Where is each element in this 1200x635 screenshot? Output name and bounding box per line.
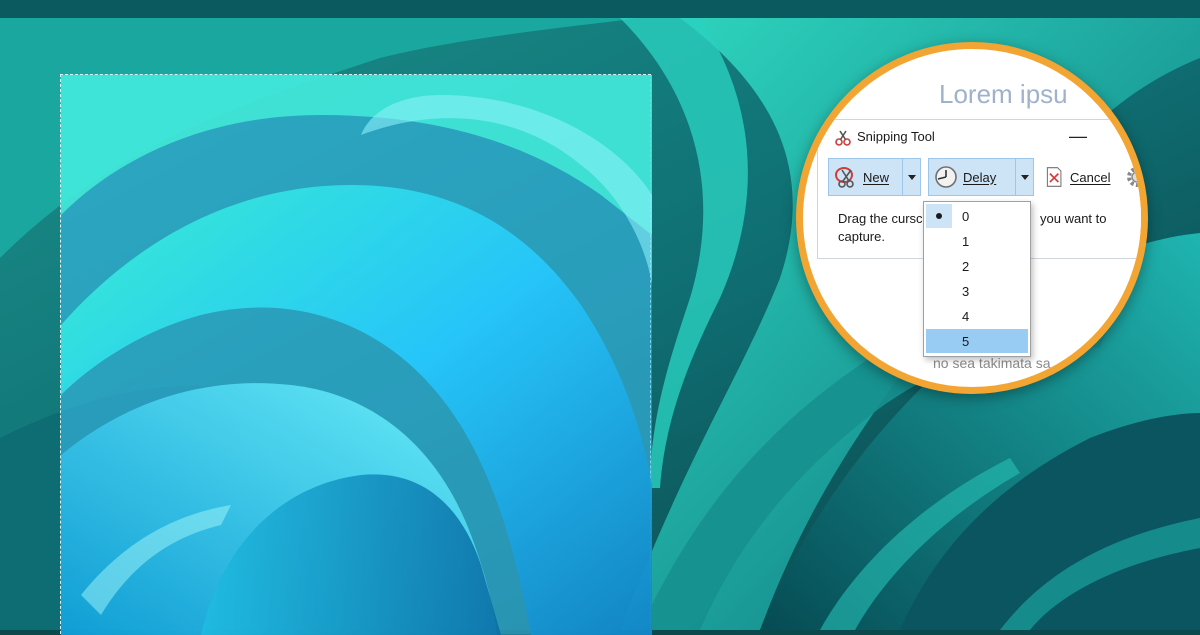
cancel-button[interactable]: Cancel: [1040, 158, 1120, 196]
new-snip-icon: [835, 167, 854, 188]
snip-toolbar: New Delay Cancel: [828, 158, 1141, 198]
delay-option-label: 1: [962, 233, 970, 249]
document-heading: Lorem ipsu: [939, 79, 1068, 109]
new-snip-button[interactable]: New: [828, 158, 903, 196]
delay-dropdown-button[interactable]: [1016, 158, 1034, 196]
minimize-button[interactable]: —: [1066, 127, 1090, 148]
window-titlebar[interactable]: Snipping Tool —: [818, 120, 1141, 154]
zoom-callout: Lorem ipsu usto duo dolore sum dolor sit…: [796, 42, 1148, 394]
window-title: Snipping Tool: [857, 129, 935, 144]
instruction-line: you want to: [1040, 211, 1107, 226]
delay-option-5[interactable]: 5: [926, 329, 1028, 353]
delay-option-label: 3: [962, 283, 970, 299]
chevron-down-icon: [1020, 174, 1029, 180]
instruction-line: capture.: [838, 229, 885, 244]
delay-label: Delay: [963, 169, 997, 185]
delay-option-label: 0: [962, 208, 970, 224]
clock-icon: [935, 166, 957, 188]
delay-option-label: 2: [962, 258, 970, 274]
cancel-label: Cancel: [1070, 169, 1111, 185]
delay-menu: 0 1 2 3 4 5: [923, 201, 1031, 357]
capture-selection-region[interactable]: [60, 74, 652, 635]
scissors-icon: [835, 130, 851, 146]
top-bar: [0, 0, 1200, 18]
delay-option-1[interactable]: 1: [926, 229, 1028, 253]
new-snip-dropdown-button[interactable]: [903, 158, 921, 196]
cancel-icon: [1046, 167, 1062, 187]
delay-option-3[interactable]: 3: [926, 279, 1028, 303]
delay-option-label: 5: [962, 333, 970, 349]
delay-option-label: 4: [962, 308, 970, 324]
radio-dot-icon: [926, 204, 952, 228]
selected-area-ribbons: [61, 75, 652, 635]
delay-button[interactable]: Delay: [928, 158, 1016, 196]
instruction-line: Drag the cursc: [838, 211, 923, 226]
delay-option-2[interactable]: 2: [926, 254, 1028, 278]
delay-option-4[interactable]: 4: [926, 304, 1028, 328]
delay-option-0[interactable]: 0: [926, 204, 1028, 228]
new-snip-label: New: [863, 169, 890, 185]
chevron-down-icon: [907, 174, 916, 180]
